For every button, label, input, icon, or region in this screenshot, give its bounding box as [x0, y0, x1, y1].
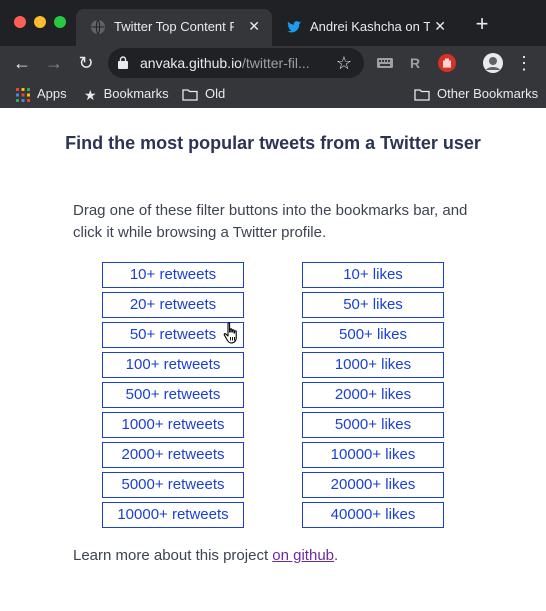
close-tab-icon[interactable]: ✕ — [434, 18, 446, 34]
r-extension-icon[interactable]: R — [404, 52, 426, 74]
twitter-bird-icon — [287, 21, 301, 33]
profile-avatar[interactable] — [482, 52, 504, 74]
bookmark-label: Bookmarks — [103, 86, 169, 101]
filter-likes-5000[interactable]: 5000+ likes — [302, 412, 444, 438]
filter-likes-20000[interactable]: 20000+ likes — [302, 472, 444, 498]
address-bar[interactable]: anvaka.github.io/twitter-fil... ☆ — [108, 48, 364, 78]
keyboard-extension-icon[interactable] — [374, 52, 396, 74]
tab-andrei-kashcha[interactable]: Andrei Kashcha on Twitte ✕ — [272, 9, 458, 46]
filter-retweets-1000[interactable]: 1000+ retweets — [102, 412, 244, 438]
star-icon: ★ — [84, 86, 97, 103]
filter-likes-50[interactable]: 50+ likes — [302, 292, 444, 318]
filter-retweets-100[interactable]: 100+ retweets — [102, 352, 244, 378]
more-menu-icon[interactable]: ⋮ — [512, 51, 536, 75]
tab-title: Twitter Top Content Filte — [114, 19, 234, 34]
filter-likes-1000[interactable]: 1000+ likes — [302, 352, 444, 378]
tab-strip: Twitter Top Content Filte ✕ Andrei Kashc… — [0, 0, 546, 46]
apps-grid-icon — [16, 87, 30, 102]
folder-icon — [414, 89, 430, 101]
reload-icon[interactable]: ↻ — [74, 51, 98, 75]
github-link[interactable]: on github — [272, 547, 334, 564]
filter-retweets-20[interactable]: 20+ retweets — [102, 292, 244, 318]
bookmark-label: Other Bookmarks — [437, 86, 539, 101]
filter-likes-2000[interactable]: 2000+ likes — [302, 382, 444, 408]
filter-likes-40000[interactable]: 40000+ likes — [302, 502, 444, 528]
filter-likes-10[interactable]: 10+ likes — [302, 262, 444, 288]
svg-text:R: R — [410, 55, 420, 71]
bookmark-label: Old — [205, 86, 226, 101]
hand-pointer-cursor-icon — [223, 322, 237, 344]
intro-text: Drag one of these filter buttons into th… — [73, 202, 468, 241]
tab-twitter-top-content[interactable]: Twitter Top Content Filte ✕ — [76, 9, 272, 46]
bookmark-folder-old[interactable]: Old — [182, 85, 225, 103]
bookmark-star-icon[interactable]: ☆ — [334, 53, 354, 73]
close-tab-icon[interactable]: ✕ — [248, 18, 260, 34]
filter-retweets-10000[interactable]: 10000+ retweets — [102, 502, 244, 528]
forward-arrow-icon[interactable]: → — [42, 51, 66, 75]
bookmark-bookmarks[interactable]: ★ Bookmarks — [84, 85, 169, 103]
bookmarks-bar: Apps ★ Bookmarks Old Other Bookmarks — [0, 80, 546, 108]
footer-text: Learn more about this project on github. — [73, 547, 339, 564]
globe-icon — [91, 19, 105, 35]
minimize-window-button[interactable] — [34, 16, 46, 28]
url-text: anvaka.github.io/twitter-fil... — [140, 55, 310, 71]
folder-icon — [182, 89, 198, 101]
filter-retweets-500[interactable]: 500+ retweets — [102, 382, 244, 408]
page-title: Find the most popular tweets from a Twit… — [65, 133, 481, 153]
filter-likes-10000[interactable]: 10000+ likes — [302, 442, 444, 468]
close-window-button[interactable] — [14, 16, 26, 28]
page-content: Find the most popular tweets from a Twit… — [0, 108, 546, 611]
browser-chrome: Twitter Top Content Filte ✕ Andrei Kashc… — [0, 0, 546, 108]
new-tab-button[interactable]: + — [470, 12, 494, 36]
filter-retweets-2000[interactable]: 2000+ retweets — [102, 442, 244, 468]
tab-title: Andrei Kashcha on Twitte — [310, 19, 430, 34]
filter-likes-500[interactable]: 500+ likes — [302, 322, 444, 348]
bookmark-label: Apps — [37, 86, 67, 101]
back-arrow-icon[interactable]: ← — [10, 51, 34, 75]
bookmark-folder-other[interactable]: Other Bookmarks — [414, 85, 538, 103]
bookmark-apps[interactable]: Apps — [16, 85, 67, 103]
lock-icon — [118, 56, 128, 69]
maximize-window-button[interactable] — [54, 16, 66, 28]
toolbar: ← → ↻ anvaka.github.io/twitter-fil... ☆ … — [0, 46, 546, 80]
filter-retweets-10[interactable]: 10+ retweets — [102, 262, 244, 288]
hand-extension-icon[interactable] — [436, 52, 458, 74]
filter-retweets-5000[interactable]: 5000+ retweets — [102, 472, 244, 498]
